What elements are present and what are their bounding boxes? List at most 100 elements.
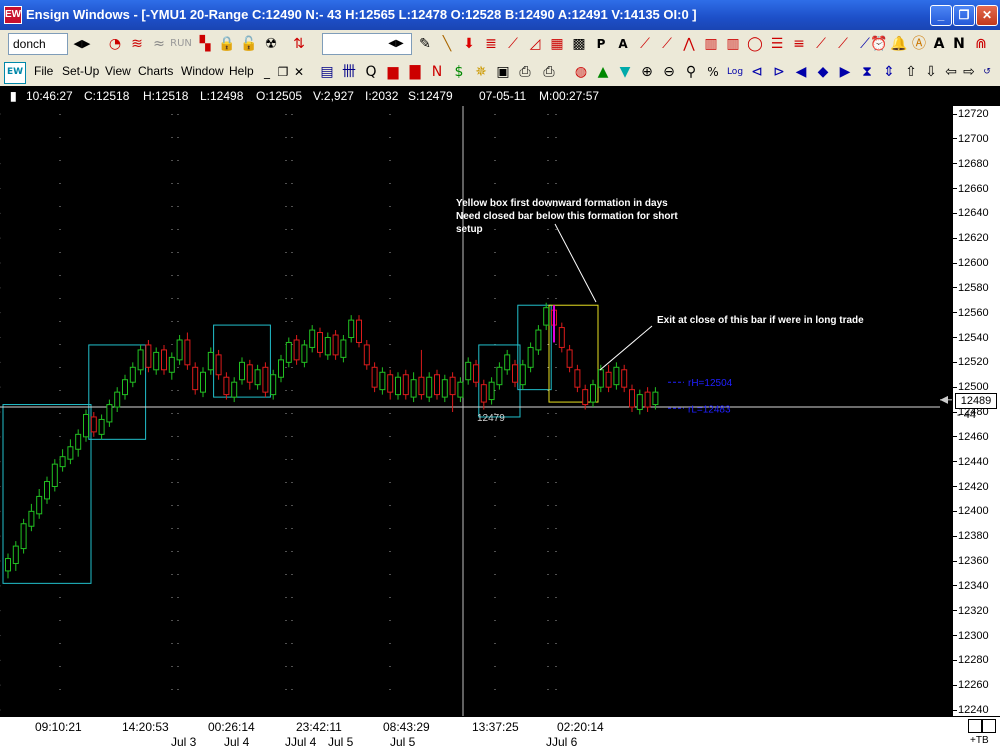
globe-icon[interactable]: ◍ <box>572 63 590 81</box>
star-icon[interactable]: ✵ <box>472 63 490 81</box>
menu-window[interactable]: Window <box>181 64 224 78</box>
menu-setup[interactable]: Set-Up <box>62 64 99 78</box>
pen-icon[interactable]: ⟋ <box>658 35 676 53</box>
tb-toggle[interactable]: +TB <box>970 735 989 746</box>
candle-body <box>605 371 612 388</box>
search-icon[interactable]: ⚲ <box>682 63 700 81</box>
text-a-icon[interactable]: A <box>930 35 948 53</box>
volume-icon[interactable]: ▆ <box>384 63 402 81</box>
alarm-icon[interactable]: ⏰ <box>870 35 888 53</box>
candle-body <box>527 346 534 368</box>
axis-box-icon[interactable] <box>982 719 996 733</box>
hourglass-icon[interactable]: ⧗ <box>858 63 876 81</box>
text-a-icon[interactable]: Ⓐ <box>910 35 928 53</box>
bell-icon[interactable]: 🔔 <box>890 35 908 53</box>
candle-body <box>597 369 604 388</box>
wave-icon[interactable]: ≈ <box>150 35 168 53</box>
candle-body <box>254 369 261 386</box>
child-close-icon[interactable]: ✕ <box>290 63 308 81</box>
circle-icon[interactable]: ◯ <box>746 35 764 53</box>
candle-body <box>574 369 581 388</box>
run-icon[interactable]: RUN <box>170 35 192 53</box>
grid-icon[interactable]: ▩ <box>570 35 588 53</box>
lock-icon[interactable]: 🔒 <box>218 35 236 53</box>
print-icon[interactable]: ⎙ <box>540 63 558 81</box>
fib-icon[interactable]: ≣ <box>482 35 500 53</box>
price-tick-label: 12420 <box>953 481 1000 493</box>
quote-icon[interactable]: Q <box>362 63 380 81</box>
app-doc-icon[interactable]: EW <box>4 62 26 84</box>
menu-file[interactable]: File <box>34 64 53 78</box>
reset-icon[interactable]: ↺ <box>978 63 996 81</box>
minimize-button[interactable]: _ <box>930 5 952 26</box>
pen-icon[interactable]: ⟋ <box>812 35 830 53</box>
price-tick-label: 12280 <box>953 654 1000 666</box>
chart-window-icon[interactable]: ▤ <box>318 63 336 81</box>
zoom-in-icon[interactable]: ⊕ <box>638 63 656 81</box>
bar-chart-icon[interactable]: 卌 <box>340 63 358 81</box>
study-combo[interactable]: donch <box>8 33 68 55</box>
news-icon[interactable]: N <box>428 63 446 81</box>
pencil-icon[interactable]: ✎ <box>416 35 434 53</box>
lines-icon[interactable]: ☰ <box>768 35 786 53</box>
arrow-left-icon[interactable]: ⇦ <box>942 63 960 81</box>
pen-icon[interactable]: ⟋ <box>636 35 654 53</box>
arrow-down-red-icon[interactable]: ⬇ <box>460 35 478 53</box>
menu-help[interactable]: Help <box>229 64 254 78</box>
arrow-right-icon[interactable]: ⇨ <box>960 63 978 81</box>
log-icon[interactable]: Log <box>726 63 744 81</box>
price-axis[interactable]: 12720 12700 12680 12660 12640 12620 12600 12580… <box>952 106 1000 716</box>
level-label: rH=12504 <box>688 378 733 389</box>
chart-icon[interactable]: ⋀ <box>680 35 698 53</box>
bars-icon[interactable]: ▥ <box>702 35 720 53</box>
bars-icon[interactable]: ▥ <box>724 35 742 53</box>
lines-icon[interactable]: ≡ <box>790 35 808 53</box>
info-m-value: M:00:27:57 <box>539 89 600 103</box>
time-axis[interactable]: +TB 09:10:21 14:20:53 00:26:14 23:42:11 08:4… <box>0 716 1000 751</box>
candle-body <box>129 366 136 383</box>
magnet-icon[interactable]: ⋒ <box>972 35 990 53</box>
scroll-icon[interactable]: ⇅ <box>290 35 308 53</box>
scroll-right-icon[interactable]: ▶ <box>836 63 854 81</box>
page-icon[interactable]: ▣ <box>494 63 512 81</box>
triangle-down-icon[interactable]: ▼ <box>616 63 634 81</box>
menu-view[interactable]: View <box>105 64 131 78</box>
text-n-icon[interactable]: N <box>950 35 968 53</box>
price-chart[interactable]: rH=12504 rL=12483 12479 Yellow box first do… <box>0 106 1000 750</box>
radiation-icon[interactable]: ☢ <box>262 35 280 53</box>
updown-icon[interactable]: ⇕ <box>880 63 898 81</box>
dollar-icon[interactable]: $ <box>450 63 468 81</box>
spin-icon[interactable]: ◀▶ <box>386 35 406 53</box>
candle-body <box>285 341 292 363</box>
marker-icon[interactable]: ╲ <box>438 35 456 53</box>
grid-icon[interactable]: ▚ <box>196 35 214 53</box>
price-tick-label: 12620 <box>953 232 1000 244</box>
zoom-out-icon[interactable]: ⊖ <box>660 63 678 81</box>
menu-charts[interactable]: Charts <box>138 64 173 78</box>
wave-icon[interactable]: ≋ <box>128 35 146 53</box>
compress-icon[interactable]: ⊲ <box>748 63 766 81</box>
line-icon[interactable]: ⟋ <box>504 35 522 53</box>
expand-icon[interactable]: ⊳ <box>770 63 788 81</box>
grid-icon[interactable]: ▦ <box>548 35 566 53</box>
scroll-left-icon[interactable]: ◀ <box>792 63 810 81</box>
percent-icon[interactable]: % <box>704 63 722 81</box>
lock-icon[interactable]: 🔓 <box>240 35 258 53</box>
pen-icon[interactable]: ⟋ <box>834 35 852 53</box>
arrow-down-icon[interactable]: ⇩ <box>922 63 940 81</box>
drawing-toolbar: donch ◀▶ ◔ ≋ ≈ RUN ▚ 🔒 🔓 ☢ ⇅ ◀▶ ✎ ╲ ⬇ ≣ … <box>0 30 1000 59</box>
arrow-up-icon[interactable]: ⇧ <box>902 63 920 81</box>
triangle-up-icon[interactable]: ▲ <box>594 63 612 81</box>
candle-body <box>145 344 152 368</box>
axis-box-icon[interactable] <box>968 719 982 733</box>
print-icon[interactable]: ⎙ <box>516 63 534 81</box>
histogram-icon[interactable]: ▇ <box>406 63 424 81</box>
scroll-icon[interactable]: ◀▶ <box>68 35 96 53</box>
box-p-icon[interactable]: P <box>592 35 610 53</box>
triangle-icon[interactable]: ◿ <box>526 35 544 53</box>
close-button[interactable]: ✕ <box>976 5 998 26</box>
scroll-right-icon[interactable]: ◆ <box>814 63 832 81</box>
restore-button[interactable]: ❐ <box>953 5 975 26</box>
clock-icon[interactable]: ◔ <box>106 35 124 53</box>
box-a-icon[interactable]: A <box>614 35 632 53</box>
